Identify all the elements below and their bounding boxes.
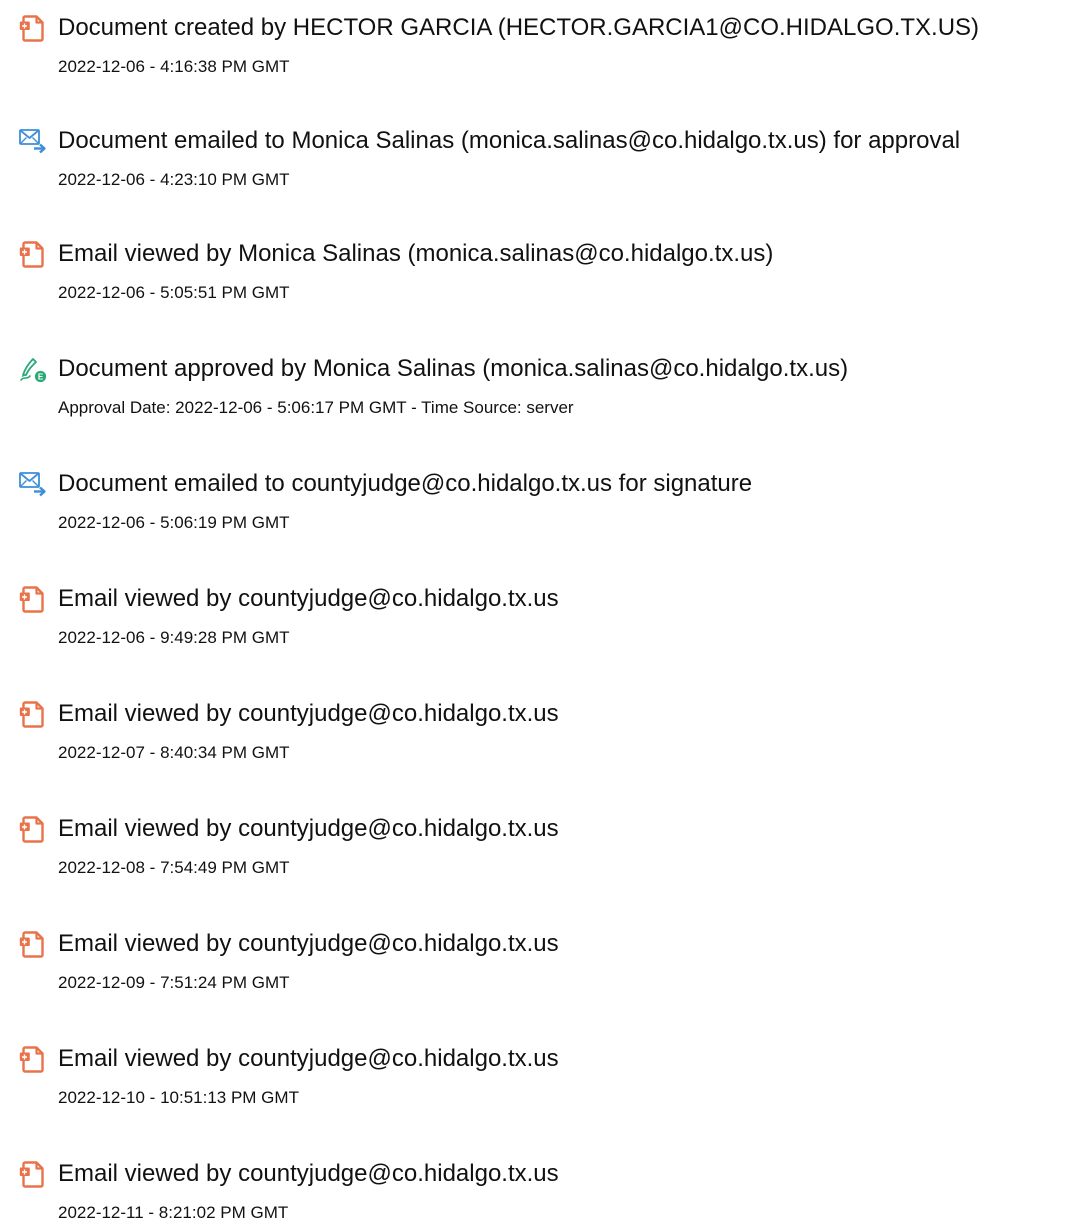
audit-log-entry: Email viewed by countyjudge@co.hidalgo.t…	[0, 814, 1081, 894]
document-pdf-icon	[18, 1159, 48, 1189]
document-pdf-icon	[18, 814, 48, 844]
email-sent-icon	[18, 126, 48, 156]
entry-title: Email viewed by countyjudge@co.hidalgo.t…	[58, 1160, 559, 1187]
entry-title: Email viewed by countyjudge@co.hidalgo.t…	[58, 930, 559, 957]
entry-timestamp: 2022-12-06 - 5:05:51 PM GMT	[58, 283, 290, 302]
document-pdf-icon	[18, 584, 48, 614]
entry-timestamp: 2022-12-10 - 10:51:13 PM GMT	[58, 1088, 299, 1107]
entry-title: Document approved by Monica Salinas (mon…	[58, 355, 849, 382]
entry-timestamp: 2022-12-11 - 8:21:02 PM GMT	[58, 1203, 289, 1222]
audit-log-entry: Document emailed to countyjudge@co.hidal…	[0, 469, 1081, 549]
entry-timestamp: 2022-12-06 - 4:23:10 PM GMT	[58, 170, 290, 189]
svg-text:E: E	[38, 372, 44, 381]
email-sent-icon	[18, 469, 48, 499]
document-pdf-icon	[18, 239, 48, 269]
audit-log-entry: Email viewed by countyjudge@co.hidalgo.t…	[0, 1159, 1081, 1224]
document-pdf-icon	[18, 1044, 48, 1074]
entry-approval-detail: Approval Date: 2022-12-06 - 5:06:17 PM G…	[58, 398, 574, 417]
entry-title: Document created by HECTOR GARCIA (HECTO…	[58, 14, 980, 41]
entry-title: Email viewed by countyjudge@co.hidalgo.t…	[58, 1045, 559, 1072]
document-pdf-icon	[18, 13, 48, 43]
entry-title: Email viewed by Monica Salinas (monica.s…	[58, 240, 774, 267]
audit-log-entry: Email viewed by countyjudge@co.hidalgo.t…	[0, 929, 1081, 1009]
document-pdf-icon	[18, 929, 48, 959]
entry-timestamp: 2022-12-06 - 5:06:19 PM GMT	[58, 513, 290, 532]
audit-log: Document created by HECTOR GARCIA (HECTO…	[0, 0, 1081, 1224]
audit-log-entry: Email viewed by countyjudge@co.hidalgo.t…	[0, 699, 1081, 779]
audit-log-entry: E Document approved by Monica Salinas (m…	[0, 354, 1081, 434]
entry-timestamp: 2022-12-06 - 9:49:28 PM GMT	[58, 628, 290, 647]
entry-title: Email viewed by countyjudge@co.hidalgo.t…	[58, 815, 559, 842]
entry-title: Document emailed to Monica Salinas (moni…	[58, 127, 961, 154]
document-pdf-icon	[18, 699, 48, 729]
entry-title: Document emailed to countyjudge@co.hidal…	[58, 470, 753, 497]
audit-log-entry: Document created by HECTOR GARCIA (HECTO…	[0, 13, 1081, 93]
entry-timestamp: 2022-12-09 - 7:51:24 PM GMT	[58, 973, 290, 992]
entry-timestamp: 2022-12-06 - 4:16:38 PM GMT	[58, 57, 290, 76]
approval-pen-icon: E	[18, 354, 48, 384]
audit-log-entry: Email viewed by countyjudge@co.hidalgo.t…	[0, 1044, 1081, 1124]
audit-log-entry: Document emailed to Monica Salinas (moni…	[0, 126, 1081, 206]
entry-title: Email viewed by countyjudge@co.hidalgo.t…	[58, 700, 559, 727]
entry-timestamp: 2022-12-07 - 8:40:34 PM GMT	[58, 743, 290, 762]
entry-timestamp: 2022-12-08 - 7:54:49 PM GMT	[58, 858, 290, 877]
entry-title: Email viewed by countyjudge@co.hidalgo.t…	[58, 585, 559, 612]
audit-log-entry: Email viewed by countyjudge@co.hidalgo.t…	[0, 584, 1081, 664]
audit-log-entry: Email viewed by Monica Salinas (monica.s…	[0, 239, 1081, 319]
